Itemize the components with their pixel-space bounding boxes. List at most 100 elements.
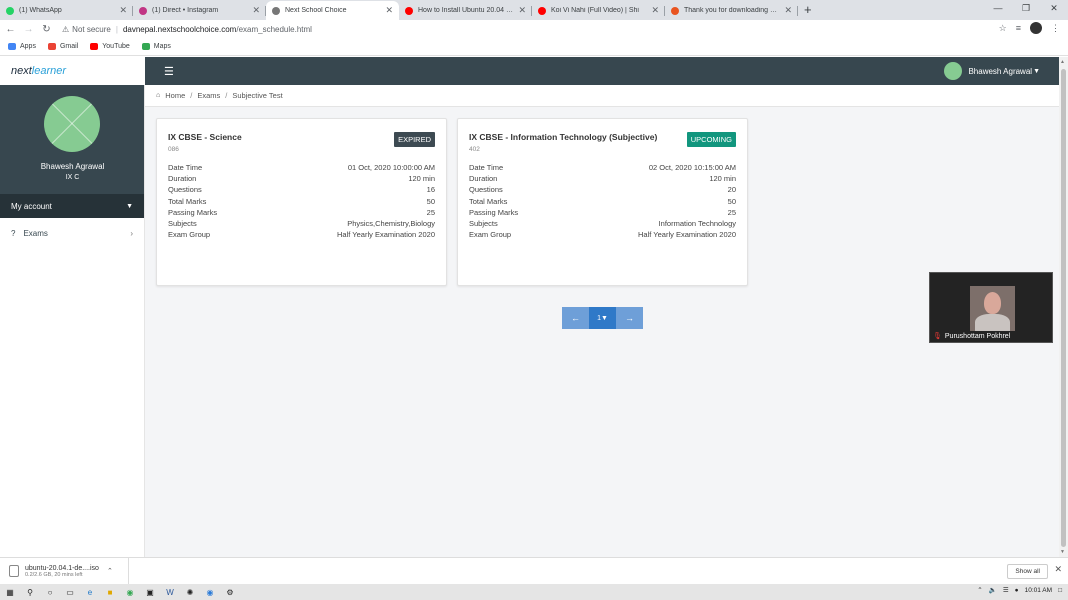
question-icon: ?: [11, 228, 16, 238]
detail-value: 50: [426, 196, 435, 206]
star-icon[interactable]: ☆: [999, 23, 1007, 34]
exam-card[interactable]: IX CBSE - Science 086 EXPIRED Date Time 01 O…: [156, 118, 447, 286]
app-logo[interactable]: next learner: [0, 57, 145, 85]
bookmarks-bar: Apps Gmail YouTube Maps: [0, 38, 1068, 56]
exam-detail-row: Duration 120 min: [469, 173, 736, 184]
download-item[interactable]: ubuntu-20.04.1-de....iso 0.2/2.6 GB, 20 …: [0, 557, 129, 585]
scroll-down-icon[interactable]: ▼: [1060, 549, 1065, 555]
user-menu[interactable]: Bhawesh Agrawal ▼: [944, 62, 1040, 80]
store-icon[interactable]: ▣: [140, 588, 160, 597]
main-content: IX CBSE - Science 086 EXPIRED Date Time 01 O…: [145, 107, 1059, 557]
tab-close-icon[interactable]: ✕: [784, 5, 792, 16]
detail-value: Information Technology: [658, 218, 736, 228]
breadcrumb-home[interactable]: Home: [165, 91, 185, 100]
tab-favicon-icon: [538, 6, 546, 15]
word-icon[interactable]: W: [160, 588, 180, 597]
volume-icon[interactable]: 🔈: [989, 586, 997, 594]
breadcrumb-exams[interactable]: Exams: [197, 91, 220, 100]
bookmark-item[interactable]: Maps: [141, 43, 171, 50]
bookmark-icon: [47, 43, 56, 50]
forward-arrow-icon[interactable]: →: [21, 24, 36, 35]
bookmark-item[interactable]: Apps: [8, 43, 36, 50]
clock[interactable]: 10:01 AM: [1025, 587, 1052, 594]
task-view-icon[interactable]: ▭: [60, 588, 80, 597]
hamburger-menu-icon[interactable]: ☰: [164, 65, 174, 78]
profile-avatar-icon[interactable]: [1030, 22, 1042, 34]
chevron-up-icon[interactable]: ⌃: [107, 567, 113, 575]
cortana-icon[interactable]: ○: [40, 588, 60, 597]
bookmark-label: Gmail: [59, 43, 79, 50]
download-filename: ubuntu-20.04.1-de....iso: [25, 564, 99, 572]
gear-icon[interactable]: ⚙: [220, 588, 240, 597]
tab-title: Thank you for downloading Ubu: [684, 7, 781, 14]
tab-close-icon[interactable]: ✕: [252, 5, 260, 16]
tab-close-icon[interactable]: ✕: [119, 5, 127, 16]
my-account-dropdown[interactable]: My account ▼: [0, 194, 144, 218]
chrome-icon[interactable]: ◉: [120, 588, 140, 597]
browser-tab[interactable]: Thank you for downloading Ubu ✕: [665, 1, 798, 20]
windows-start-icon[interactable]: ▦: [0, 588, 20, 597]
detail-value: 01 Oct, 2020 10:00:00 AM: [347, 163, 435, 172]
sidebar-item-label: Exams: [23, 228, 48, 238]
detail-value: 25: [426, 207, 435, 217]
search-icon[interactable]: ⚲: [20, 588, 40, 597]
tab-close-icon[interactable]: ✕: [651, 5, 659, 16]
edge-icon[interactable]: e: [80, 588, 100, 597]
reload-icon[interactable]: ↻: [39, 24, 54, 35]
tab-close-icon[interactable]: ✕: [518, 5, 526, 16]
back-arrow-icon[interactable]: ←: [3, 24, 18, 35]
sidebar-item-exams[interactable]: ? Exams ›: [0, 218, 144, 248]
breadcrumb-separator: /: [190, 91, 193, 100]
detail-label: Duration: [168, 174, 197, 184]
detail-value: 120 min: [408, 174, 435, 184]
my-account-label: My account: [11, 201, 52, 211]
bookmark-item[interactable]: YouTube: [90, 43, 130, 50]
page-scrollbar[interactable]: ▲ ▼: [1059, 57, 1068, 557]
notifications-icon[interactable]: □: [1058, 587, 1062, 594]
toolbar-right: ☆ ≡ ⋮: [999, 22, 1060, 34]
video-call-window[interactable]: 🎙 Purushottam Pokhrel: [929, 272, 1053, 343]
exam-detail-row: Exam Group Half Yearly Examination 2020: [469, 229, 736, 240]
page-select[interactable]: 1 ▼: [589, 307, 616, 329]
exam-card[interactable]: IX CBSE - Information Technology (Subjec…: [457, 118, 748, 286]
avatar: [944, 62, 963, 80]
menu-dots-icon[interactable]: ⋮: [1051, 23, 1060, 34]
new-tab-button[interactable]: +: [798, 2, 818, 20]
browser-tab[interactable]: (1) Direct • Instagram ✕: [133, 1, 266, 20]
close-window-icon[interactable]: ✕: [1040, 0, 1068, 18]
logo-text-next: next: [11, 65, 32, 77]
chevron-up-icon[interactable]: ⌃: [977, 586, 982, 594]
browser-tab[interactable]: (1) WhatsApp ✕: [0, 1, 133, 20]
scroll-up-icon[interactable]: ▲: [1060, 59, 1065, 65]
windows-taskbar: ▦ ⚲ ○ ▭ e ■ ◉ ▣ W ✺ ◉ ⚙ ⌃ 🔈 ☰ ● 10:01 AM…: [0, 584, 1068, 600]
url-field[interactable]: ⚠ Not secure | davnepal.nextschoolchoice…: [62, 25, 312, 34]
media-queue-icon[interactable]: ≡: [1016, 23, 1021, 33]
browser-tab[interactable]: Koi Vi Nahi (Full Video) | Shi ✕: [532, 1, 665, 20]
bookmark-icon: [8, 43, 16, 50]
detail-value: 120 min: [709, 174, 736, 184]
participant-label: 🎙 Purushottam Pokhrel: [933, 332, 1010, 341]
detail-label: Questions: [168, 185, 202, 195]
next-page-button[interactable]: →: [616, 307, 643, 329]
show-all-button[interactable]: Show all: [1007, 564, 1048, 579]
network-icon[interactable]: ☰: [1003, 586, 1009, 594]
file-explorer-icon[interactable]: ■: [100, 588, 120, 597]
exam-detail-row: Questions 16: [168, 184, 435, 195]
minimize-icon[interactable]: —: [984, 0, 1012, 18]
prev-page-button[interactable]: ←: [562, 307, 589, 329]
restore-icon[interactable]: ❐: [1012, 0, 1040, 18]
detail-value: 50: [727, 196, 736, 206]
mic-icon[interactable]: ●: [1015, 587, 1019, 594]
scroll-thumb[interactable]: [1061, 69, 1066, 547]
close-icon[interactable]: ✕: [1054, 564, 1062, 575]
caret-down-icon: ▼: [1033, 67, 1040, 75]
settings-icon[interactable]: ✺: [180, 588, 200, 597]
app-icon[interactable]: ◉: [200, 588, 220, 597]
bookmark-item[interactable]: Gmail: [47, 43, 79, 50]
browser-tab[interactable]: Next School Choice ✕: [266, 1, 399, 20]
detail-label: Total Marks: [469, 196, 508, 206]
detail-value: 25: [727, 207, 736, 217]
profile-class: IX C: [65, 174, 80, 181]
tab-close-icon[interactable]: ✕: [385, 5, 393, 16]
browser-tab[interactable]: How to Install Ubuntu 20.04 LTS ✕: [399, 1, 532, 20]
